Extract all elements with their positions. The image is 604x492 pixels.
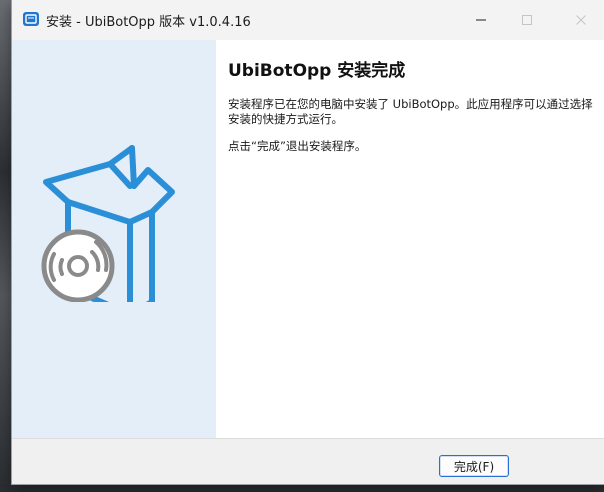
desktop-background-bottom	[0, 484, 604, 492]
finish-button[interactable]: 完成(F)	[439, 455, 509, 477]
close-button	[558, 0, 604, 40]
title-bar[interactable]: 安装 - UbiBotOpp 版本 v1.0.4.16	[12, 0, 604, 40]
desktop-background	[0, 0, 12, 492]
button-bar: 完成(F)	[12, 438, 604, 484]
minimize-icon	[476, 19, 486, 21]
page-title: UbiBotOpp 安装完成	[228, 61, 406, 81]
disc-icon	[41, 229, 115, 302]
minimize-button[interactable]	[458, 0, 504, 40]
wizard-sidebar	[12, 40, 216, 438]
installer-window: 安装 - UbiBotOpp 版本 v1.0.4.16 UbiBotOpp 安装…	[12, 0, 604, 484]
software-box-icon	[41, 145, 175, 302]
close-icon	[576, 15, 586, 25]
completion-message: 安装程序已在您的电脑中安装了 UbiBotOpp。此应用程序可以通过选择安装的快…	[228, 97, 593, 126]
wizard-content: UbiBotOpp 安装完成 安装程序已在您的电脑中安装了 UbiBotOpp。…	[216, 40, 604, 438]
finish-instruction: 点击“完成”退出安装程序。	[228, 139, 367, 153]
window-title: 安装 - UbiBotOpp 版本 v1.0.4.16	[46, 15, 251, 30]
maximize-icon	[522, 15, 532, 25]
maximize-button	[504, 0, 550, 40]
installer-icon	[23, 12, 39, 26]
